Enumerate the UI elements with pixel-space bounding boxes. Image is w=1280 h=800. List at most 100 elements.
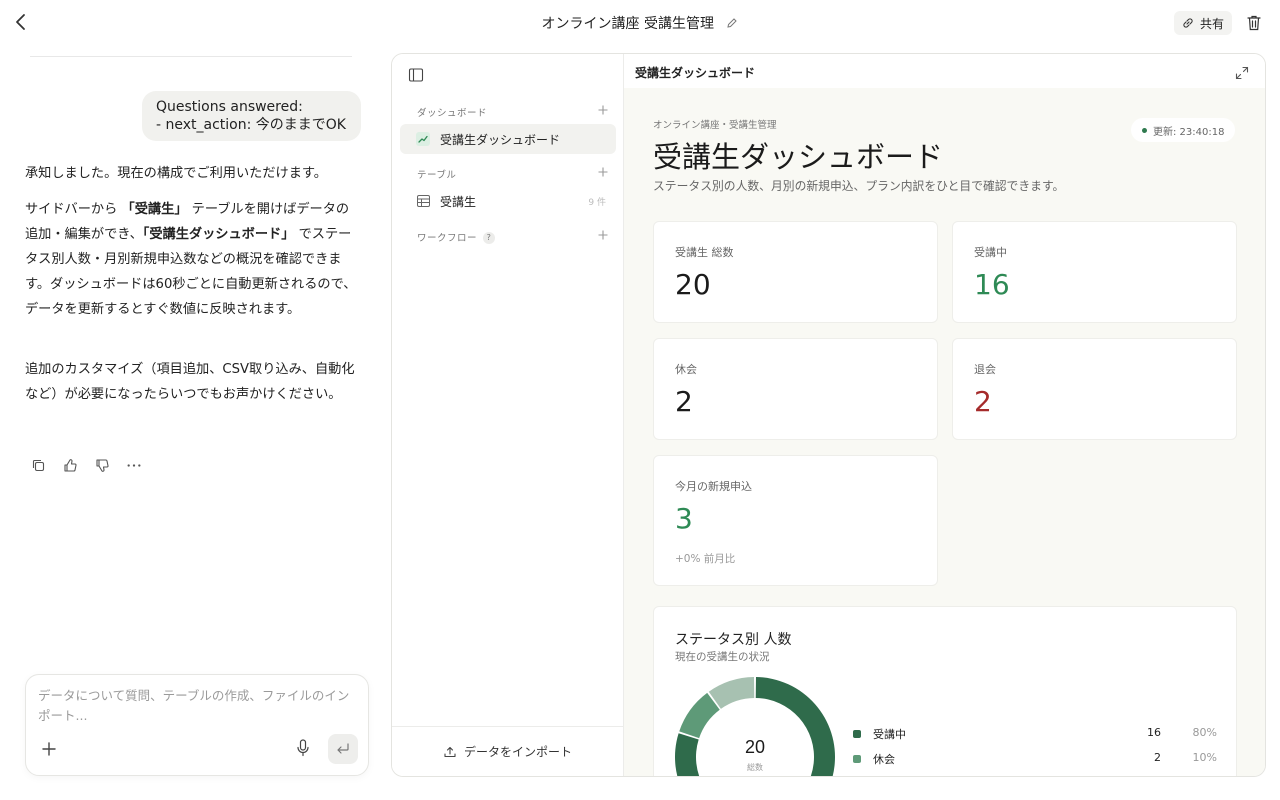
legend-count: 2 xyxy=(1154,751,1161,764)
stat-value: 2 xyxy=(974,385,992,418)
stat-value: 16 xyxy=(974,268,1010,301)
section-label-workflows: ワークフロー? xyxy=(417,230,496,244)
help-badge[interactable]: ? xyxy=(483,232,496,244)
more-button[interactable] xyxy=(126,457,142,473)
document-title[interactable]: オンライン講座 受講生管理 xyxy=(542,13,714,33)
text-span: サイドバーから xyxy=(25,202,118,217)
stat-label: 退会 xyxy=(974,363,996,376)
legend-label: 受講中 xyxy=(873,728,906,741)
dashboard-header-title: 受講生ダッシュボード xyxy=(635,66,756,80)
thumbs-down-icon xyxy=(95,458,109,472)
dashboard-reference: 「受講生ダッシュボード」 xyxy=(142,227,295,242)
app-sidebar: ダッシュボード 受講生ダッシュボード テーブル 受講生 9 件 ワークフロー? xyxy=(392,54,624,776)
stat-value: 2 xyxy=(675,385,693,418)
record-count: 9 件 xyxy=(588,197,606,208)
app-frame: ダッシュボード 受講生ダッシュボード テーブル 受講生 9 件 ワークフロー? xyxy=(391,53,1266,777)
stat-card-withdrawn: 退会 2 xyxy=(952,338,1237,440)
donut-center-value: 20 xyxy=(745,737,765,757)
microphone-icon xyxy=(297,739,309,757)
page-subtitle: ステータス別の人数、月別の新規申込、プラン内訳をひと目で確認できます。 xyxy=(653,179,1065,193)
sidebar-toggle-button[interactable] xyxy=(408,67,424,83)
plus-icon xyxy=(598,167,608,177)
add-dashboard-button[interactable] xyxy=(598,104,608,118)
sidebar-item-label: 受講生 xyxy=(440,194,477,209)
chart-title: ステータス別 人数 xyxy=(675,632,792,648)
upload-icon xyxy=(444,746,456,757)
copy-icon xyxy=(32,459,44,471)
add-workflow-button[interactable] xyxy=(598,229,608,243)
document-title-wrap: オンライン講座 受講生管理 xyxy=(0,13,1280,33)
share-button[interactable]: 共有 xyxy=(1174,11,1232,35)
stat-card-new-signups: 今月の新規申込 3 +0% 前月比 xyxy=(653,455,938,586)
stat-card-total: 受講生 総数 20 xyxy=(653,221,938,323)
sidebar-item-label: 受講生ダッシュボード xyxy=(440,132,561,147)
stat-value: 3 xyxy=(675,502,693,535)
thumbs-up-icon xyxy=(63,458,77,472)
sidebar-icon xyxy=(408,68,424,82)
assistant-paragraph-1: 承知しました。現在の構成でご利用いただけます。 xyxy=(25,166,327,181)
send-button[interactable] xyxy=(328,734,358,764)
enter-arrow-icon xyxy=(337,743,349,754)
copy-button[interactable] xyxy=(30,457,46,473)
user-message: Questions answered: - next_action: 今のままで… xyxy=(142,91,361,141)
trash-icon xyxy=(1247,15,1261,31)
composer-placeholder[interactable]: データについて質問、テーブルの作成、ファイルのインポート... xyxy=(38,686,356,726)
attach-button[interactable] xyxy=(42,739,56,759)
table-reference: 「受講生」 xyxy=(121,202,188,217)
table-icon xyxy=(416,194,430,208)
assistant-paragraph-3: 追加のカスタマイズ（項目追加、CSV取り込み、自動化など）が必要になったらいつで… xyxy=(25,362,355,402)
donut-slice-2[interactable] xyxy=(679,692,720,739)
legend-row: 休会 2 10% xyxy=(853,751,1217,769)
stat-value: 20 xyxy=(675,268,711,301)
legend-swatch xyxy=(853,730,861,738)
live-dot-icon xyxy=(1142,127,1147,133)
expand-button[interactable] xyxy=(1235,65,1249,80)
plus-icon xyxy=(598,105,608,115)
pencil-icon[interactable] xyxy=(726,17,738,29)
stat-card-paused: 休会 2 xyxy=(653,338,938,440)
chat-composer[interactable]: データについて質問、テーブルの作成、ファイルのインポート... xyxy=(25,674,369,776)
chart-line-icon xyxy=(416,132,430,146)
import-label: データをインポート xyxy=(463,745,572,759)
sidebar-item-students-table[interactable]: 受講生 9 件 xyxy=(400,186,616,216)
section-label-tables: テーブル xyxy=(417,170,457,181)
legend-row: 受講中 16 80% xyxy=(853,726,1217,744)
message-actions xyxy=(30,457,142,473)
dashboard-header: 受講生ダッシュボード xyxy=(624,54,1265,88)
legend-percent: 10% xyxy=(1192,751,1217,764)
plus-icon xyxy=(42,742,56,756)
stat-label: 休会 xyxy=(675,363,697,376)
donut-slice-3[interactable] xyxy=(708,677,755,709)
chat-panel: Questions answered: - next_action: 今のままで… xyxy=(0,46,385,800)
thumbs-up-button[interactable] xyxy=(62,457,78,473)
add-table-button[interactable] xyxy=(598,166,608,180)
legend-swatch xyxy=(853,755,861,763)
stat-label: 受講生 総数 xyxy=(675,246,734,259)
sidebar-item-dashboard[interactable]: 受講生ダッシュボード xyxy=(400,124,616,154)
expand-icon xyxy=(1235,66,1249,80)
top-bar: オンライン講座 受講生管理 共有 xyxy=(0,0,1280,46)
dashboard-main: 受講生ダッシュボード オンライン講座・受講生管理 受講生ダッシュボード ステータ… xyxy=(624,54,1265,776)
stat-label: 今月の新規申込 xyxy=(675,480,752,493)
status-donut-chart: 20 総数 xyxy=(675,677,835,776)
page-title: 受講生ダッシュボード xyxy=(653,140,944,174)
share-label: 共有 xyxy=(1199,16,1224,31)
ellipsis-icon xyxy=(127,463,141,467)
legend-percent: 80% xyxy=(1192,726,1217,739)
assistant-paragraph-2: サイドバーから 「受講生」 テーブルを開けばデータの追加・編集ができ、「受講生ダ… xyxy=(25,197,360,322)
import-data-button[interactable]: データをインポート xyxy=(392,726,624,776)
last-updated-badge: 更新: 23:40:18 xyxy=(1131,118,1236,142)
last-updated-text: 更新: 23:40:18 xyxy=(1153,126,1225,138)
plus-icon xyxy=(598,230,608,240)
donut-center-label: 総数 xyxy=(747,762,763,772)
chart-subtitle: 現在の受講生の状況 xyxy=(675,651,770,663)
voice-input-button[interactable] xyxy=(296,739,312,759)
section-label-text: ワークフロー xyxy=(417,233,478,244)
chat-divider xyxy=(30,56,352,57)
stat-card-active: 受講中 16 xyxy=(952,221,1237,323)
breadcrumb: オンライン講座・受講生管理 xyxy=(653,120,777,131)
delete-button[interactable] xyxy=(1242,11,1266,35)
stat-note: +0% 前月比 xyxy=(675,553,736,565)
thumbs-down-button[interactable] xyxy=(94,457,110,473)
legend-count: 16 xyxy=(1147,726,1161,739)
